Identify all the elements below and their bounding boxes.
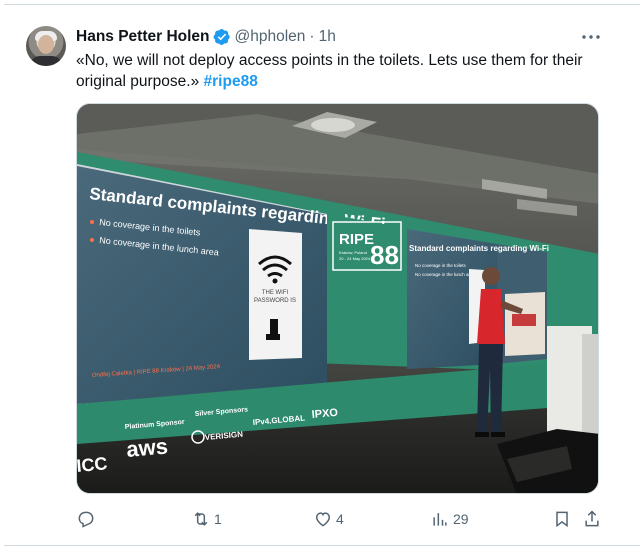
wifi-toilet-sign: THE WIFI PASSWORD IS: [249, 229, 302, 360]
views-count: 29: [453, 511, 469, 527]
views-icon: [433, 513, 447, 526]
slide-title-repeat: Standard complaints regarding Wi-Fi: [409, 244, 549, 253]
event-place: Kraków, Poland: [339, 250, 367, 255]
tweet-header: Hans Petter Holen @hpholen · 1h: [76, 27, 336, 47]
verified-badge-icon: [213, 28, 230, 46]
tweet-body: «No, we will not deploy access points in…: [76, 52, 583, 90]
tweet-actions: 1 4 29: [76, 507, 606, 531]
divider-top: [4, 4, 640, 5]
avatar[interactable]: [26, 26, 66, 66]
event-logo-text: RIPE: [339, 231, 374, 248]
hashtag-link[interactable]: #ripe88: [204, 73, 258, 90]
bookmark-icon: [556, 511, 568, 528]
edge-text: ICC: [77, 453, 108, 476]
author-handle[interactable]: @hpholen: [235, 28, 306, 46]
conference-stage-photo: Standard complaints regarding Wi-Fi No c…: [77, 104, 598, 493]
retweet-button[interactable]: 1: [191, 507, 222, 531]
views-button[interactable]: 29: [430, 507, 469, 531]
event-number: 88: [370, 240, 399, 270]
like-icon: [315, 512, 331, 527]
bookmark-button[interactable]: [552, 507, 572, 531]
event-dates: 20 - 24 May 2024: [339, 256, 371, 261]
tweet-card[interactable]: Hans Petter Holen @hpholen · 1h «No, we …: [0, 0, 640, 550]
reply-icon: [78, 511, 94, 528]
sign-text-2: PASSWORD IS: [254, 298, 296, 304]
sign-text-1: THE WIFI: [262, 290, 289, 296]
separator-dot: ·: [309, 28, 315, 45]
like-count: 4: [336, 511, 344, 527]
retweet-icon: [194, 512, 208, 526]
share-button[interactable]: [582, 507, 602, 531]
slide-bullet-2-repeat: No coverage in the lunch area: [415, 272, 476, 277]
slide-bullet-1-repeat: No coverage in the toilets: [415, 263, 467, 268]
sponsor-aws: aws: [125, 433, 169, 462]
like-button[interactable]: 4: [313, 507, 344, 531]
tweet-text: «No, we will not deploy access points in…: [76, 50, 616, 92]
author-name[interactable]: Hans Petter Holen: [76, 28, 210, 46]
more-icon[interactable]: [580, 28, 602, 46]
divider-bottom: [4, 545, 640, 546]
timestamp[interactable]: 1h: [319, 28, 336, 46]
sponsor-ipxo: IPXO: [311, 407, 339, 421]
share-icon: [585, 510, 599, 527]
tweet-photo[interactable]: Standard complaints regarding Wi-Fi No c…: [76, 103, 599, 494]
retweet-count: 1: [214, 511, 222, 527]
reply-button[interactable]: [76, 507, 99, 531]
